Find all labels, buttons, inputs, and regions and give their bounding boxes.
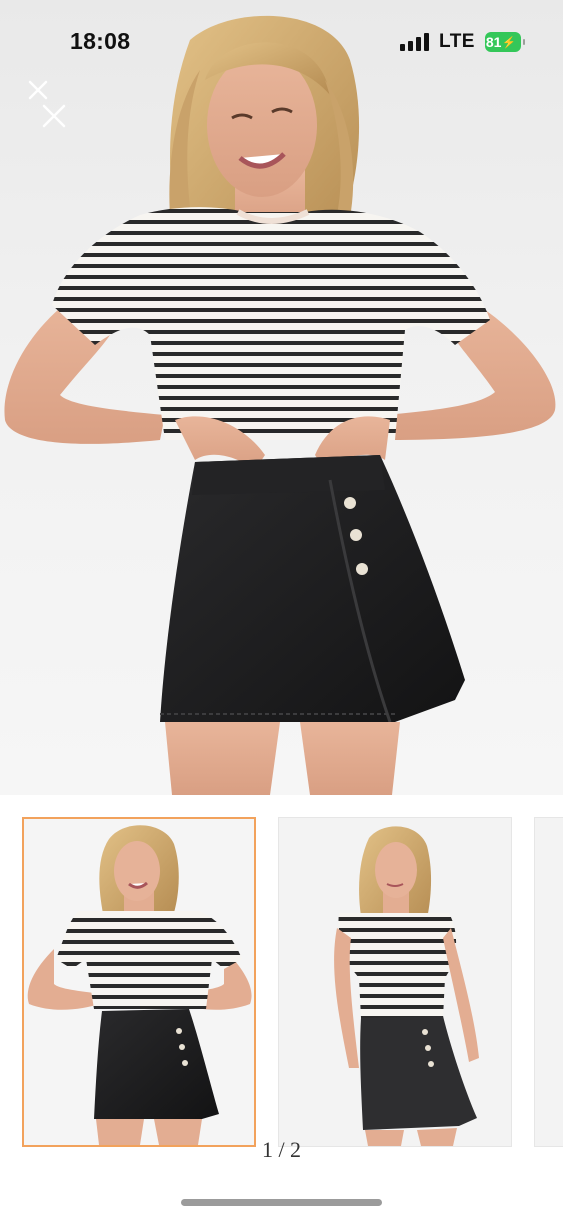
- battery-charging-icon: 81 ⚡: [484, 32, 525, 52]
- battery-tip: [522, 39, 525, 45]
- cellular-signal-icon: [400, 33, 430, 51]
- main-product-photo[interactable]: 18:08 LTE 81 ⚡: [0, 0, 563, 795]
- thumbnail-2-image: [279, 818, 511, 1146]
- battery-level: 81: [485, 34, 502, 50]
- status-bar: 18:08 LTE 81 ⚡: [0, 0, 563, 84]
- status-indicators: LTE 81 ⚡: [400, 30, 525, 54]
- page-indicator: 1 / 2: [261, 1137, 302, 1162]
- thumbnail-strip: [0, 795, 563, 1165]
- network-label: LTE: [439, 31, 475, 52]
- thumbnail-3[interactable]: [534, 817, 563, 1147]
- close-icon: [28, 80, 66, 128]
- thumbnail-1[interactable]: [22, 817, 256, 1147]
- model-photo-illustration: [4, 15, 556, 795]
- status-time: 18:08: [70, 28, 131, 54]
- thumbnail-1-image: [24, 819, 254, 1145]
- close-button[interactable]: [26, 78, 70, 130]
- thumbnail-2[interactable]: [278, 817, 512, 1147]
- home-indicator[interactable]: [181, 1199, 382, 1206]
